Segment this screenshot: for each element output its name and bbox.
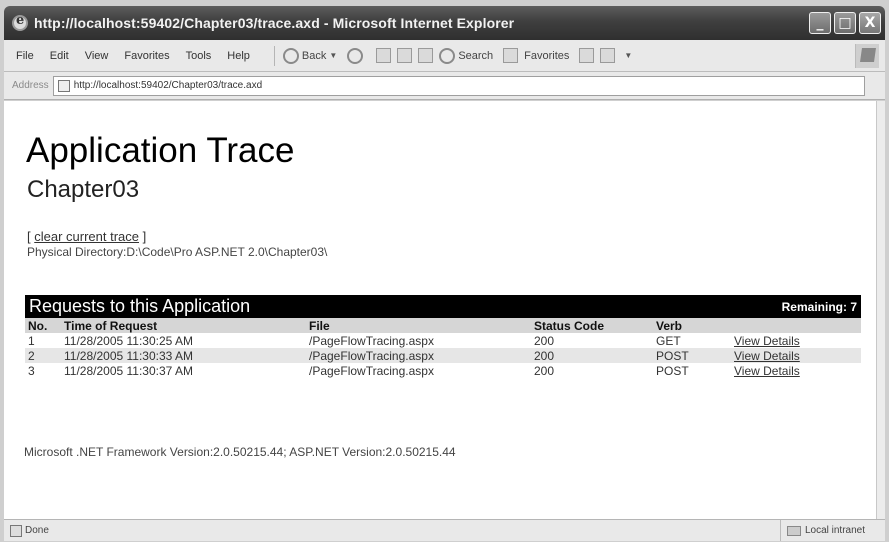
windows-logo-icon <box>855 44 879 68</box>
remaining-count: Remaining: 7 <box>781 299 857 314</box>
mail-dropdown-icon[interactable]: ▼ <box>624 51 632 60</box>
row-no: 3 <box>28 363 35 378</box>
table-header-row: No. Time of Request File Status Code Ver… <box>25 318 861 333</box>
row-file: /PageFlowTracing.aspx <box>306 348 531 363</box>
media-icon[interactable] <box>579 48 595 63</box>
col-time: Time of Request <box>61 318 306 333</box>
refresh-icon[interactable] <box>397 48 413 63</box>
mail-icon[interactable] <box>600 48 616 63</box>
address-input[interactable]: http://localhost:59402/Chapter03/trace.a… <box>52 75 865 96</box>
row-time: 11/28/2005 11:30:25 AM <box>64 333 193 348</box>
row-status: 200 <box>534 363 555 378</box>
back-button[interactable]: Back ▼ <box>282 47 337 64</box>
bracket-open: [ <box>27 229 31 244</box>
status-text: Done <box>25 525 49 536</box>
forward-arrow-icon <box>347 47 364 64</box>
row-details: View Details <box>731 363 861 378</box>
maximize-button[interactable]: □ <box>834 12 856 34</box>
row-details: View Details <box>731 333 861 348</box>
requests-title: Requests to this Application <box>29 296 251 316</box>
view-details-link[interactable]: View Details <box>734 349 800 363</box>
table-row: 3 11/28/2005 11:30:37 AM /PageFlowTracin… <box>25 363 861 378</box>
requests-header: Requests to this Application Remaining: … <box>25 295 861 318</box>
col-file: File <box>306 318 531 333</box>
menu-toolbar: File Edit View Favorites Tools Help Back… <box>4 40 885 72</box>
row-details: View Details <box>731 348 861 363</box>
requests-table: No. Time of Request File Status Code Ver… <box>25 318 861 378</box>
row-verb: POST <box>656 363 689 378</box>
menu-view[interactable]: View <box>85 50 109 62</box>
menu-help[interactable]: Help <box>227 50 250 62</box>
row-file: /PageFlowTracing.aspx <box>309 333 434 348</box>
back-dropdown-icon[interactable]: ▼ <box>329 51 337 60</box>
physical-directory: Physical Directory:D:\Code\Pro ASP.NET 2… <box>27 245 328 259</box>
favorites-button[interactable]: Favorites <box>503 48 569 63</box>
col-status: Status Code <box>531 318 653 333</box>
row-no: 2 <box>25 348 61 363</box>
col-no: No. <box>25 318 61 333</box>
menu-file[interactable]: File <box>16 50 34 62</box>
search-label: Search <box>458 49 494 62</box>
clear-trace-link[interactable]: clear current trace <box>34 229 139 244</box>
back-label: Back <box>301 49 327 62</box>
row-no: 1 <box>28 333 35 348</box>
col-details <box>731 318 861 333</box>
menu-tools[interactable]: Tools <box>186 50 212 62</box>
page-done-icon <box>10 524 22 537</box>
address-bar: Address http://localhost:59402/Chapter03… <box>4 72 885 100</box>
forward-button[interactable] <box>347 47 366 64</box>
application-name: Chapter03 <box>27 176 140 203</box>
row-time: 11/28/2005 11:30:37 AM <box>64 363 193 378</box>
page-content: Application Trace Chapter03 [ clear curr… <box>4 101 876 519</box>
table-row: 2 11/28/2005 11:30:33 AM /PageFlowTracin… <box>25 348 861 363</box>
ie-logo-icon <box>12 13 28 31</box>
address-url: http://localhost:59402/Chapter03/trace.a… <box>73 80 263 91</box>
search-button[interactable]: Search <box>439 47 494 64</box>
window-controls: _ □ X <box>809 12 881 34</box>
framework-version: Microsoft .NET Framework Version:2.0.502… <box>24 445 456 459</box>
minimize-button[interactable]: _ <box>809 12 831 34</box>
zone-label: Local intranet <box>804 525 865 536</box>
favorites-label: Favorites <box>524 49 570 62</box>
window-title: http://localhost:59402/Chapter03/trace.a… <box>34 15 515 31</box>
security-zone: Local intranet <box>779 520 885 541</box>
search-icon <box>439 47 456 64</box>
bracket-close: ] <box>142 229 147 244</box>
stop-icon[interactable] <box>376 48 392 63</box>
view-details-link[interactable]: View Details <box>734 334 800 348</box>
row-status: 200 <box>531 348 653 363</box>
back-arrow-icon <box>282 47 299 64</box>
page-icon <box>57 79 70 92</box>
toolbar-separator <box>273 45 275 66</box>
title-bar: http://localhost:59402/Chapter03/trace.a… <box>4 6 885 40</box>
row-time: 11/28/2005 11:30:33 AM <box>61 348 306 363</box>
star-icon <box>503 48 519 63</box>
table-row: 1 11/28/2005 11:30:25 AM /PageFlowTracin… <box>25 333 861 348</box>
close-button[interactable]: X <box>859 12 881 34</box>
row-verb: GET <box>656 333 681 348</box>
intranet-icon <box>786 525 801 536</box>
row-file: /PageFlowTracing.aspx <box>309 363 434 378</box>
menu-edit[interactable]: Edit <box>50 50 69 62</box>
row-status: 200 <box>534 333 555 348</box>
address-label: Address <box>12 80 49 91</box>
status-bar: Done Local intranet <box>4 519 885 541</box>
menu-favorites[interactable]: Favorites <box>124 50 169 62</box>
home-icon[interactable] <box>418 48 434 63</box>
clear-trace-line: [ clear current trace ] <box>27 229 146 244</box>
vertical-scrollbar[interactable] <box>876 101 885 519</box>
col-verb: Verb <box>653 318 731 333</box>
view-details-link[interactable]: View Details <box>734 364 800 378</box>
page-title: Application Trace <box>26 131 295 170</box>
row-verb: POST <box>653 348 731 363</box>
